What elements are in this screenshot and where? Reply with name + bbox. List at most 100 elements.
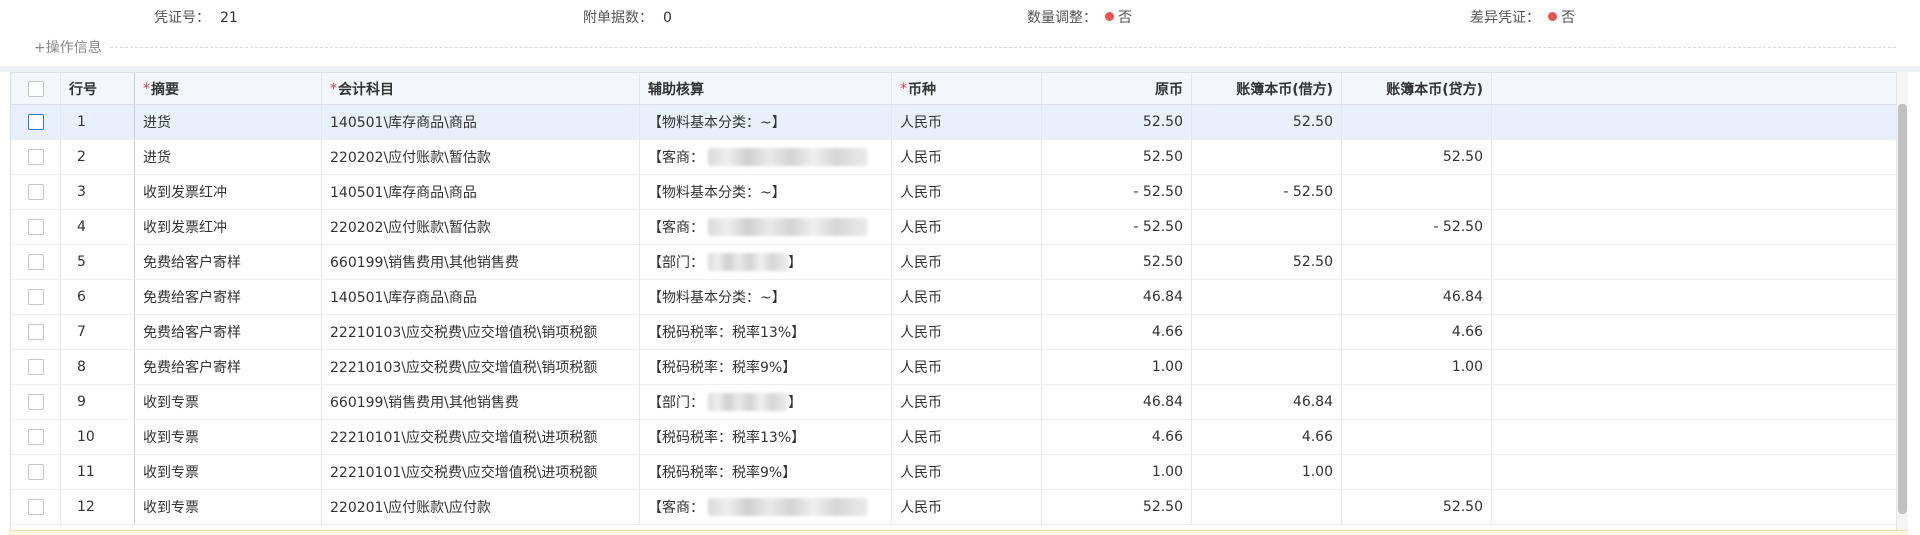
credit-amount-cell[interactable]: 46.84 bbox=[1342, 280, 1492, 314]
table-row[interactable]: 7 免费给客户寄样 22210103\应交税费\应交增值税\销项税额 【税码税率：税率… bbox=[11, 315, 1901, 350]
currency-cell[interactable]: 人民币 bbox=[892, 280, 1042, 314]
aux-cell[interactable]: 【客商： bbox=[640, 140, 892, 174]
summary-cell[interactable]: 收到专票 bbox=[135, 420, 322, 454]
original-amount-cell[interactable]: 4.66 bbox=[1042, 315, 1192, 349]
currency-cell[interactable]: 人民币 bbox=[892, 455, 1042, 489]
account-cell[interactable]: 660199\销售费用\其他销售费 bbox=[322, 245, 640, 279]
aux-cell[interactable]: 【部门： 】 bbox=[640, 385, 892, 419]
original-amount-cell[interactable]: 4.66 bbox=[1042, 420, 1192, 454]
currency-cell[interactable]: 人民币 bbox=[892, 245, 1042, 279]
original-amount-cell[interactable]: 52.50 bbox=[1042, 105, 1192, 139]
summary-cell[interactable]: 收到专票 bbox=[135, 490, 322, 524]
summary-cell[interactable]: 免费给客户寄样 bbox=[135, 245, 322, 279]
original-amount-cell[interactable]: - 52.50 bbox=[1042, 175, 1192, 209]
credit-amount-cell[interactable]: 4.66 bbox=[1342, 315, 1492, 349]
summary-cell[interactable]: 免费给客户寄样 bbox=[135, 280, 322, 314]
debit-amount-cell[interactable]: 46.84 bbox=[1192, 385, 1342, 419]
table-row[interactable]: 8 免费给客户寄样 22210103\应交税费\应交增值税\销项税额 【税码税率：税率… bbox=[11, 350, 1901, 385]
account-cell[interactable]: 22210101\应交税费\应交增值税\进项税额 bbox=[322, 420, 640, 454]
currency-cell[interactable]: 人民币 bbox=[892, 105, 1042, 139]
summary-cell[interactable]: 收到发票红冲 bbox=[135, 210, 322, 244]
aux-cell[interactable]: 【税码税率：税率9%】 bbox=[640, 455, 892, 489]
account-cell[interactable]: 22210101\应交税费\应交增值税\进项税额 bbox=[322, 455, 640, 489]
account-cell[interactable]: 140501\库存商品\商品 bbox=[322, 105, 640, 139]
row-checkbox[interactable] bbox=[27, 429, 44, 445]
debit-amount-cell[interactable]: 4.66 bbox=[1192, 420, 1342, 454]
currency-cell[interactable]: 人民币 bbox=[892, 490, 1042, 524]
debit-amount-cell[interactable] bbox=[1192, 280, 1342, 314]
currency-cell[interactable]: 人民币 bbox=[892, 350, 1042, 384]
table-row[interactable]: 10 收到专票 22210101\应交税费\应交增值税\进项税额 【税码税率：税率13… bbox=[11, 420, 1901, 455]
account-cell[interactable]: 220202\应付账款\暂估款 bbox=[322, 210, 640, 244]
currency-cell[interactable]: 人民币 bbox=[892, 175, 1042, 209]
header-aux[interactable]: 辅助核算 bbox=[640, 73, 892, 104]
row-checkbox[interactable] bbox=[27, 289, 44, 305]
aux-cell[interactable]: 【税码税率：税率13%】 bbox=[640, 420, 892, 454]
credit-amount-cell[interactable] bbox=[1342, 385, 1492, 419]
currency-cell[interactable]: 人民币 bbox=[892, 315, 1042, 349]
scrollbar-thumb[interactable] bbox=[1898, 104, 1907, 514]
original-amount-cell[interactable]: 46.84 bbox=[1042, 280, 1192, 314]
original-amount-cell[interactable]: 46.84 bbox=[1042, 385, 1192, 419]
row-checkbox[interactable] bbox=[27, 499, 44, 515]
table-row[interactable]: 11 收到专票 22210101\应交税费\应交增值税\进项税额 【税码税率：税率9%… bbox=[11, 455, 1901, 490]
row-checkbox[interactable] bbox=[27, 149, 44, 165]
row-checkbox[interactable] bbox=[27, 324, 44, 340]
header-debit[interactable]: 账簿本币(借方) bbox=[1192, 73, 1342, 104]
select-all-checkbox[interactable] bbox=[27, 80, 44, 97]
header-original[interactable]: 原币 bbox=[1042, 73, 1192, 104]
account-cell[interactable]: 220201\应付账款\应付款 bbox=[322, 490, 640, 524]
summary-cell[interactable]: 免费给客户寄样 bbox=[135, 315, 322, 349]
aux-cell[interactable]: 【税码税率：税率9%】 bbox=[640, 350, 892, 384]
row-checkbox[interactable] bbox=[27, 464, 44, 480]
summary-cell[interactable]: 收到发票红冲 bbox=[135, 175, 322, 209]
row-checkbox[interactable] bbox=[27, 114, 44, 130]
account-cell[interactable]: 220202\应付账款\暂估款 bbox=[322, 140, 640, 174]
summary-cell[interactable]: 免费给客户寄样 bbox=[135, 350, 322, 384]
table-row[interactable]: 4 收到发票红冲 220202\应付账款\暂估款 【客商： 人民币 - 52.50 - 52… bbox=[11, 210, 1901, 245]
aux-cell[interactable]: 【客商： bbox=[640, 490, 892, 524]
credit-amount-cell[interactable] bbox=[1342, 455, 1492, 489]
vertical-scrollbar[interactable] bbox=[1896, 72, 1908, 535]
table-row[interactable]: 12 收到专票 220201\应付账款\应付款 【客商： 人民币 52.50 52.50 bbox=[11, 490, 1901, 525]
debit-amount-cell[interactable] bbox=[1192, 210, 1342, 244]
debit-amount-cell[interactable] bbox=[1192, 140, 1342, 174]
row-checkbox[interactable] bbox=[27, 184, 44, 200]
header-credit[interactable]: 账簿本币(贷方) bbox=[1342, 73, 1492, 104]
credit-amount-cell[interactable] bbox=[1342, 175, 1492, 209]
credit-amount-cell[interactable] bbox=[1342, 420, 1492, 454]
operation-info-toggle[interactable]: +操作信息 bbox=[34, 37, 102, 57]
summary-cell[interactable]: 收到专票 bbox=[135, 385, 322, 419]
row-checkbox[interactable] bbox=[27, 394, 44, 410]
debit-amount-cell[interactable] bbox=[1192, 350, 1342, 384]
summary-cell[interactable]: 进货 bbox=[135, 140, 322, 174]
credit-amount-cell[interactable]: 52.50 bbox=[1342, 140, 1492, 174]
original-amount-cell[interactable]: 1.00 bbox=[1042, 350, 1192, 384]
aux-cell[interactable]: 【物料基本分类：~】 bbox=[640, 175, 892, 209]
credit-amount-cell[interactable]: - 52.50 bbox=[1342, 210, 1492, 244]
account-cell[interactable]: 22210103\应交税费\应交增值税\销项税额 bbox=[322, 350, 640, 384]
row-checkbox[interactable] bbox=[27, 219, 44, 235]
header-currency[interactable]: * 币种 bbox=[892, 73, 1042, 104]
table-row[interactable]: 2 进货 220202\应付账款\暂估款 【客商： 人民币 52.50 52.50 bbox=[11, 140, 1901, 175]
row-checkbox[interactable] bbox=[27, 359, 44, 375]
original-amount-cell[interactable]: 52.50 bbox=[1042, 245, 1192, 279]
account-cell[interactable]: 140501\库存商品\商品 bbox=[322, 280, 640, 314]
original-amount-cell[interactable]: 52.50 bbox=[1042, 490, 1192, 524]
aux-cell[interactable]: 【客商： bbox=[640, 210, 892, 244]
account-cell[interactable]: 660199\销售费用\其他销售费 bbox=[322, 385, 640, 419]
original-amount-cell[interactable]: 1.00 bbox=[1042, 455, 1192, 489]
currency-cell[interactable]: 人民币 bbox=[892, 210, 1042, 244]
debit-amount-cell[interactable] bbox=[1192, 490, 1342, 524]
header-summary[interactable]: * 摘要 bbox=[135, 73, 322, 104]
currency-cell[interactable]: 人民币 bbox=[892, 420, 1042, 454]
debit-amount-cell[interactable]: 52.50 bbox=[1192, 105, 1342, 139]
account-cell[interactable]: 22210103\应交税费\应交增值税\销项税额 bbox=[322, 315, 640, 349]
original-amount-cell[interactable]: - 52.50 bbox=[1042, 210, 1192, 244]
aux-cell[interactable]: 【物料基本分类：~】 bbox=[640, 280, 892, 314]
aux-cell[interactable]: 【税码税率：税率13%】 bbox=[640, 315, 892, 349]
table-row[interactable]: 5 免费给客户寄样 660199\销售费用\其他销售费 【部门： 】 人民币 52.50 52… bbox=[11, 245, 1901, 280]
row-checkbox[interactable] bbox=[27, 254, 44, 270]
credit-amount-cell[interactable]: 1.00 bbox=[1342, 350, 1492, 384]
aux-cell[interactable]: 【物料基本分类：~】 bbox=[640, 105, 892, 139]
